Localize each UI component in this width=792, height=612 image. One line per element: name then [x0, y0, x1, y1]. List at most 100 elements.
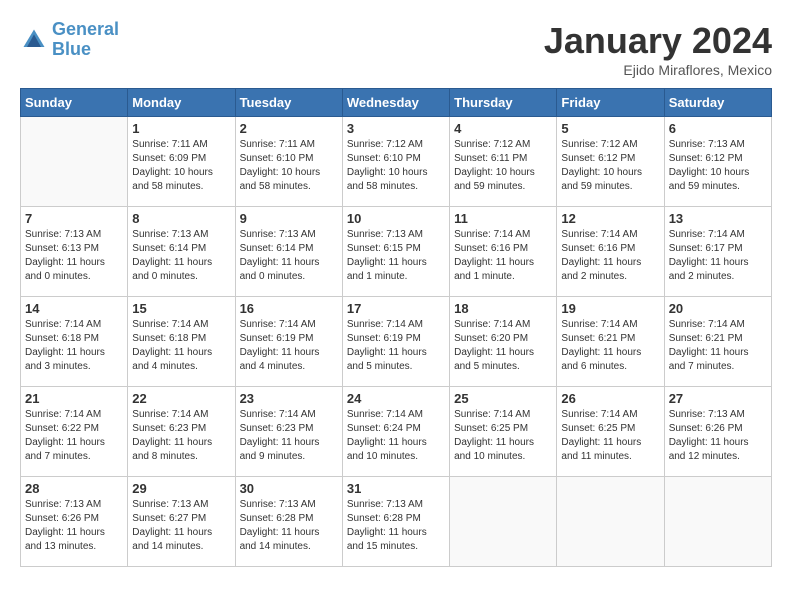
day-info: Sunrise: 7:13 AMSunset: 6:27 PMDaylight:…	[132, 498, 230, 554]
calendar-cell: 21 Sunrise: 7:14 AMSunset: 6:22 PMDayligh…	[21, 387, 128, 477]
day-number: 4	[454, 121, 552, 136]
calendar-cell: 4Sunrise: 7:12 AMSunset: 6:11 PMDaylight…	[450, 117, 557, 207]
day-number: 21	[25, 391, 123, 406]
day-number: 26	[561, 391, 659, 406]
calendar-cell: 11 Sunrise: 7:14 AMSunset: 6:16 PMDayligh…	[450, 207, 557, 297]
calendar-cell: 24 Sunrise: 7:14 AMSunset: 6:24 PMDayligh…	[342, 387, 449, 477]
calendar-cell: 10 Sunrise: 7:13 AMSunset: 6:15 PMDayligh…	[342, 207, 449, 297]
day-number: 15	[132, 301, 230, 316]
day-number: 11	[454, 211, 552, 226]
day-number: 12	[561, 211, 659, 226]
calendar-cell: 18Sunrise: 7:14 AMSunset: 6:20 PMDayligh…	[450, 297, 557, 387]
day-info: Sunrise: 7:13 AMSunset: 6:15 PMDaylight:…	[347, 228, 445, 284]
day-info: Sunrise: 7:14 AMSunset: 6:16 PMDaylight:…	[454, 228, 552, 284]
day-info: Sunrise: 7:14 AMSunset: 6:19 PMDaylight:…	[347, 318, 445, 374]
calendar-cell	[664, 477, 771, 567]
calendar-cell: 23 Sunrise: 7:14 AMSunset: 6:23 PMDayligh…	[235, 387, 342, 477]
calendar-cell: 14 Sunrise: 7:14 AMSunset: 6:18 PMDayligh…	[21, 297, 128, 387]
calendar-cell: 12 Sunrise: 7:14 AMSunset: 6:16 PMDayligh…	[557, 207, 664, 297]
calendar-cell	[21, 117, 128, 207]
day-number: 7	[25, 211, 123, 226]
calendar-cell: 19 Sunrise: 7:14 AMSunset: 6:21 PMDayligh…	[557, 297, 664, 387]
day-number: 2	[240, 121, 338, 136]
day-number: 19	[561, 301, 659, 316]
weekday-header-friday: Friday	[557, 89, 664, 117]
day-number: 24	[347, 391, 445, 406]
weekday-header-wednesday: Wednesday	[342, 89, 449, 117]
day-number: 14	[25, 301, 123, 316]
day-number: 29	[132, 481, 230, 496]
week-row-5: 28Sunrise: 7:13 AMSunset: 6:26 PMDayligh…	[21, 477, 772, 567]
week-row-3: 14 Sunrise: 7:14 AMSunset: 6:18 PMDayligh…	[21, 297, 772, 387]
day-number: 3	[347, 121, 445, 136]
day-info: Sunrise: 7:14 AMSunset: 6:25 PMDaylight:…	[454, 408, 552, 464]
calendar-cell: 28Sunrise: 7:13 AMSunset: 6:26 PMDayligh…	[21, 477, 128, 567]
calendar-cell: 6Sunrise: 7:13 AMSunset: 6:12 PMDaylight…	[664, 117, 771, 207]
calendar-cell: 7Sunrise: 7:13 AMSunset: 6:13 PMDaylight…	[21, 207, 128, 297]
calendar-cell: 2 Sunrise: 7:11 AMSunset: 6:10 PMDaylight…	[235, 117, 342, 207]
day-info: Sunrise: 7:14 AMSunset: 6:23 PMDaylight:…	[240, 408, 338, 464]
logo: GeneralBlue	[20, 20, 119, 60]
calendar-cell: 3Sunrise: 7:12 AMSunset: 6:10 PMDaylight…	[342, 117, 449, 207]
day-info: Sunrise: 7:14 AMSunset: 6:18 PMDaylight:…	[25, 318, 123, 374]
calendar-cell: 16Sunrise: 7:14 AMSunset: 6:19 PMDayligh…	[235, 297, 342, 387]
day-info: Sunrise: 7:14 AMSunset: 6:18 PMDaylight:…	[132, 318, 230, 374]
calendar-cell: 25 Sunrise: 7:14 AMSunset: 6:25 PMDayligh…	[450, 387, 557, 477]
day-number: 1	[132, 121, 230, 136]
day-number: 8	[132, 211, 230, 226]
weekday-header-monday: Monday	[128, 89, 235, 117]
day-number: 17	[347, 301, 445, 316]
weekday-header-tuesday: Tuesday	[235, 89, 342, 117]
day-info: Sunrise: 7:14 AMSunset: 6:17 PMDaylight:…	[669, 228, 767, 284]
day-number: 28	[25, 481, 123, 496]
week-row-1: 1 Sunrise: 7:11 AMSunset: 6:09 PMDaylight…	[21, 117, 772, 207]
day-number: 16	[240, 301, 338, 316]
day-number: 13	[669, 211, 767, 226]
calendar-cell: 29 Sunrise: 7:13 AMSunset: 6:27 PMDayligh…	[128, 477, 235, 567]
calendar-cell: 5Sunrise: 7:12 AMSunset: 6:12 PMDaylight…	[557, 117, 664, 207]
day-info: Sunrise: 7:11 AMSunset: 6:09 PMDaylight:…	[132, 138, 230, 194]
calendar-cell	[450, 477, 557, 567]
calendar-cell: 31Sunrise: 7:13 AMSunset: 6:28 PMDayligh…	[342, 477, 449, 567]
title-block: January 2024 Ejido Miraflores, Mexico	[544, 20, 772, 78]
day-info: Sunrise: 7:12 AMSunset: 6:12 PMDaylight:…	[561, 138, 659, 194]
calendar-cell: 17 Sunrise: 7:14 AMSunset: 6:19 PMDayligh…	[342, 297, 449, 387]
day-info: Sunrise: 7:13 AMSunset: 6:14 PMDaylight:…	[132, 228, 230, 284]
day-info: Sunrise: 7:13 AMSunset: 6:14 PMDaylight:…	[240, 228, 338, 284]
day-info: Sunrise: 7:14 AMSunset: 6:24 PMDaylight:…	[347, 408, 445, 464]
calendar-cell: 26 Sunrise: 7:14 AMSunset: 6:25 PMDayligh…	[557, 387, 664, 477]
day-number: 30	[240, 481, 338, 496]
calendar-cell: 20Sunrise: 7:14 AMSunset: 6:21 PMDayligh…	[664, 297, 771, 387]
day-number: 10	[347, 211, 445, 226]
day-info: Sunrise: 7:11 AMSunset: 6:10 PMDaylight:…	[240, 138, 338, 194]
weekday-header-thursday: Thursday	[450, 89, 557, 117]
weekday-header-row: SundayMondayTuesdayWednesdayThursdayFrid…	[21, 89, 772, 117]
day-info: Sunrise: 7:13 AMSunset: 6:12 PMDaylight:…	[669, 138, 767, 194]
calendar-cell: 30 Sunrise: 7:13 AMSunset: 6:28 PMDayligh…	[235, 477, 342, 567]
week-row-4: 21 Sunrise: 7:14 AMSunset: 6:22 PMDayligh…	[21, 387, 772, 477]
calendar-table: SundayMondayTuesdayWednesdayThursdayFrid…	[20, 88, 772, 567]
day-info: Sunrise: 7:13 AMSunset: 6:28 PMDaylight:…	[240, 498, 338, 554]
calendar-cell: 15 Sunrise: 7:14 AMSunset: 6:18 PMDayligh…	[128, 297, 235, 387]
month-title: January 2024	[544, 20, 772, 62]
day-number: 20	[669, 301, 767, 316]
calendar-cell: 1 Sunrise: 7:11 AMSunset: 6:09 PMDaylight…	[128, 117, 235, 207]
calendar-cell: 22Sunrise: 7:14 AMSunset: 6:23 PMDayligh…	[128, 387, 235, 477]
day-number: 27	[669, 391, 767, 406]
day-info: Sunrise: 7:13 AMSunset: 6:28 PMDaylight:…	[347, 498, 445, 554]
day-number: 23	[240, 391, 338, 406]
day-number: 25	[454, 391, 552, 406]
day-info: Sunrise: 7:14 AMSunset: 6:25 PMDaylight:…	[561, 408, 659, 464]
calendar-cell: 8 Sunrise: 7:13 AMSunset: 6:14 PMDaylight…	[128, 207, 235, 297]
day-info: Sunrise: 7:14 AMSunset: 6:23 PMDaylight:…	[132, 408, 230, 464]
logo-icon	[20, 26, 48, 54]
day-info: Sunrise: 7:14 AMSunset: 6:21 PMDaylight:…	[561, 318, 659, 374]
day-info: Sunrise: 7:14 AMSunset: 6:22 PMDaylight:…	[25, 408, 123, 464]
weekday-header-sunday: Sunday	[21, 89, 128, 117]
calendar-cell: 9Sunrise: 7:13 AMSunset: 6:14 PMDaylight…	[235, 207, 342, 297]
week-row-2: 7Sunrise: 7:13 AMSunset: 6:13 PMDaylight…	[21, 207, 772, 297]
logo-text: GeneralBlue	[52, 20, 119, 60]
day-info: Sunrise: 7:14 AMSunset: 6:16 PMDaylight:…	[561, 228, 659, 284]
page-header: GeneralBlue January 2024 Ejido Miraflore…	[20, 20, 772, 78]
weekday-header-saturday: Saturday	[664, 89, 771, 117]
